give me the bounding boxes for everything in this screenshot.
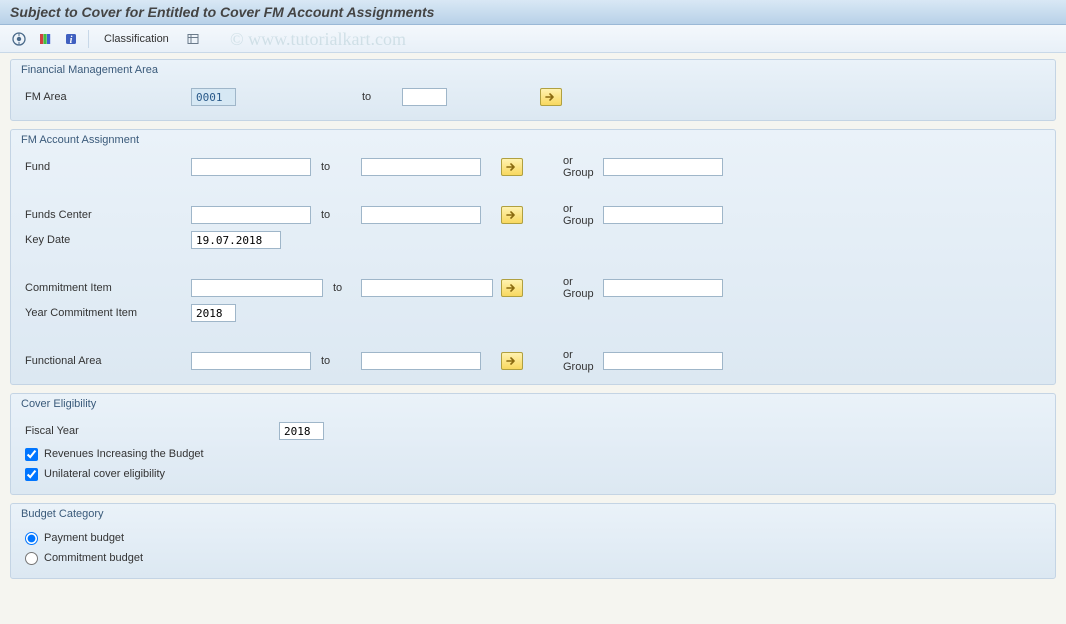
payment-budget-radio[interactable]: [25, 532, 38, 545]
commitment-budget-radio[interactable]: [25, 552, 38, 565]
variant-icon[interactable]: [34, 29, 56, 49]
commitment-item-to-input[interactable]: [361, 279, 493, 297]
funds-center-group-input[interactable]: [603, 206, 723, 224]
to-label: to: [311, 209, 361, 221]
group-cover-eligibility: Cover Eligibility Fiscal Year Revenues I…: [10, 393, 1056, 495]
fm-area-label: FM Area: [21, 91, 191, 103]
key-date-input[interactable]: [191, 231, 281, 249]
main-container: Financial Management Area FM Area to FM …: [0, 53, 1066, 597]
to-label: to: [352, 91, 402, 103]
funds-center-multi-select-button[interactable]: [501, 206, 523, 224]
fund-to-input[interactable]: [361, 158, 481, 176]
functional-area-group-input[interactable]: [603, 352, 723, 370]
info-icon[interactable]: i: [60, 29, 82, 49]
to-label: to: [311, 355, 361, 367]
watermark: © www.tutorialkart.com: [230, 29, 406, 50]
execute-icon[interactable]: [8, 29, 30, 49]
layout-icon[interactable]: [182, 29, 204, 49]
commitment-item-group-input[interactable]: [603, 279, 723, 297]
funds-center-label: Funds Center: [21, 209, 191, 221]
fiscal-year-label: Fiscal Year: [21, 425, 279, 437]
funds-center-from-input[interactable]: [191, 206, 311, 224]
fm-area-from-input[interactable]: [191, 88, 236, 106]
functional-area-to-input[interactable]: [361, 352, 481, 370]
group-fm-area: Financial Management Area FM Area to: [10, 59, 1056, 121]
fiscal-year-input[interactable]: [279, 422, 324, 440]
commitment-budget-radio-row[interactable]: Commitment budget: [21, 548, 1045, 568]
fm-area-multi-select-button[interactable]: [540, 88, 562, 106]
fund-group-input[interactable]: [603, 158, 723, 176]
funds-center-to-input[interactable]: [361, 206, 481, 224]
toolbar: i Classification © www.tutorialkart.com: [0, 25, 1066, 53]
commitment-item-from-input[interactable]: [191, 279, 323, 297]
revenues-checkbox-row[interactable]: Revenues Increasing the Budget: [21, 444, 1045, 464]
group-title-fm-area: Financial Management Area: [11, 60, 1055, 80]
to-label: to: [311, 161, 361, 173]
group-title-budget-category: Budget Category: [11, 504, 1055, 524]
group-title-cover-eligibility: Cover Eligibility: [11, 394, 1055, 414]
svg-text:i: i: [70, 35, 73, 46]
unilateral-checkbox-label: Unilateral cover eligibility: [44, 468, 165, 480]
payment-budget-label: Payment budget: [44, 532, 124, 544]
or-group-label: or Group: [523, 203, 603, 227]
key-date-label: Key Date: [21, 234, 191, 246]
commitment-item-label: Commitment Item: [21, 282, 191, 294]
commitment-budget-label: Commitment budget: [44, 552, 143, 564]
unilateral-checkbox[interactable]: [25, 468, 38, 481]
fund-multi-select-button[interactable]: [501, 158, 523, 176]
fund-label: Fund: [21, 161, 191, 173]
window-title: Subject to Cover for Entitled to Cover F…: [0, 0, 1066, 25]
unilateral-checkbox-row[interactable]: Unilateral cover eligibility: [21, 464, 1045, 484]
to-label: to: [323, 282, 361, 294]
or-group-label: or Group: [523, 349, 603, 373]
functional-area-label: Functional Area: [21, 355, 191, 367]
group-title-fm-account-assignment: FM Account Assignment: [11, 130, 1055, 150]
year-commitment-item-input[interactable]: [191, 304, 236, 322]
revenues-checkbox[interactable]: [25, 448, 38, 461]
fm-area-to-input[interactable]: [402, 88, 447, 106]
or-group-label: or Group: [523, 155, 603, 179]
functional-area-multi-select-button[interactable]: [501, 352, 523, 370]
functional-area-from-input[interactable]: [191, 352, 311, 370]
toolbar-separator: [88, 30, 89, 48]
group-fm-account-assignment: FM Account Assignment Fund to or Group F…: [10, 129, 1056, 385]
year-commitment-item-label: Year Commitment Item: [21, 307, 191, 319]
revenues-checkbox-label: Revenues Increasing the Budget: [44, 448, 204, 460]
commitment-item-multi-select-button[interactable]: [501, 279, 523, 297]
group-budget-category: Budget Category Payment budget Commitmen…: [10, 503, 1056, 579]
classification-button[interactable]: Classification: [95, 30, 178, 48]
payment-budget-radio-row[interactable]: Payment budget: [21, 528, 1045, 548]
or-group-label: or Group: [523, 276, 603, 300]
fund-from-input[interactable]: [191, 158, 311, 176]
